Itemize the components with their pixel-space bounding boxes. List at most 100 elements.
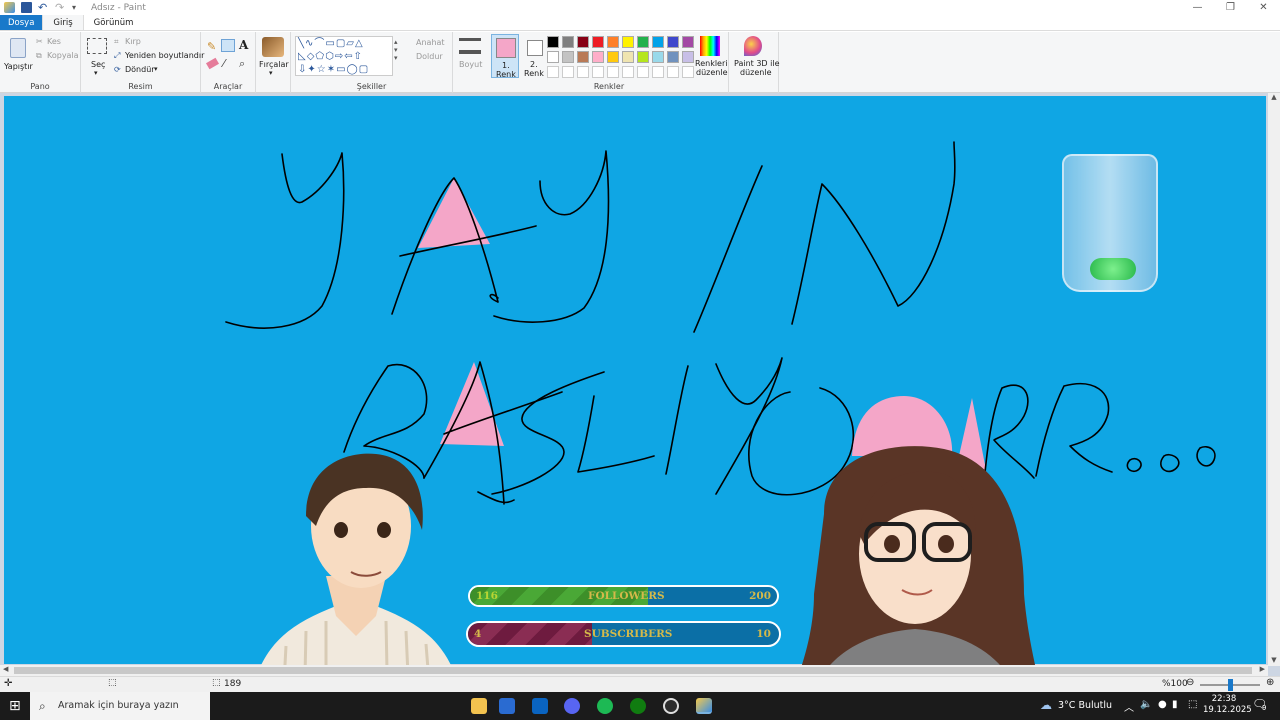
crop-button[interactable]: Kırp [125,37,141,46]
weather-text[interactable]: 3°C Bulutlu [1058,700,1112,711]
text-icon[interactable]: A [239,38,248,52]
pencil-icon[interactable]: ✎ [207,40,216,53]
color2-button[interactable]: 2. Renk [521,34,549,78]
palette-swatch[interactable] [592,36,604,48]
cursor-position-icon: ✛ [4,678,13,689]
paint-taskbar-icon[interactable] [696,698,712,714]
discord-icon[interactable] [564,698,580,714]
spotify-icon[interactable] [597,698,613,714]
outlook-icon[interactable] [532,698,548,714]
palette-swatch[interactable] [577,36,589,48]
horizontal-scroll-thumb[interactable] [14,667,1252,674]
palette-swatch[interactable] [682,51,694,63]
store-icon[interactable] [499,698,515,714]
rotate-button[interactable]: Döndür [125,65,155,74]
drawing-canvas[interactable] [4,96,1266,664]
save-icon[interactable] [21,2,32,13]
cut-button[interactable]: Kes [47,37,61,46]
palette-swatch[interactable] [637,51,649,63]
palette-empty-swatch[interactable] [622,66,634,78]
restore-icon[interactable]: ❐ [1214,0,1247,15]
shapes-gallery[interactable]: ╲∿⌒▭▢▱△ ◺◇⬠⬡⇨⇦⇧ ⇩✦☆✶▭◯▢ [295,36,393,76]
windows-start-icon[interactable]: ⊞ [9,698,21,714]
vertical-scrollbar[interactable]: ▲ ▼ [1268,93,1280,666]
outline-button[interactable]: Anahat [416,38,445,47]
palette-swatch[interactable] [622,51,634,63]
scroll-right-icon[interactable]: ▶ [1260,665,1265,673]
palette-empty-swatch[interactable] [637,66,649,78]
volume-icon[interactable]: 🔈 [1140,699,1152,710]
rotate-dropdown-icon[interactable]: ▾ [154,65,158,73]
copy-button[interactable]: Kopyala [47,51,79,60]
palette-swatch[interactable] [682,36,694,48]
network-icon[interactable]: ⬚ [1188,699,1197,710]
brush-icon[interactable] [262,37,284,57]
magnifier-icon[interactable]: ⌕ [239,57,245,71]
eraser-icon[interactable] [205,57,220,70]
scroll-up-icon[interactable]: ▲ [1268,93,1280,101]
close-icon[interactable]: ✕ [1247,0,1280,15]
zoom-in-icon[interactable]: ⊕ [1266,677,1274,688]
palette-swatch[interactable] [667,36,679,48]
undo-icon[interactable]: ↶ [38,2,49,13]
palette-empty-swatch[interactable] [592,66,604,78]
palette-swatch[interactable] [577,51,589,63]
select-button[interactable]: Seç [91,60,105,69]
line-size-icon[interactable] [459,38,481,54]
tab-file[interactable]: Dosya [0,15,43,30]
palette-swatch[interactable] [607,36,619,48]
size-button[interactable]: Boyut [459,60,482,69]
xbox-icon[interactable] [630,698,646,714]
palette-swatch[interactable] [562,51,574,63]
palette-swatch[interactable] [547,36,559,48]
paste-button[interactable]: Yapıştır [4,36,33,76]
palette-swatch[interactable] [652,36,664,48]
palette-swatch[interactable] [607,51,619,63]
tab-home[interactable]: Giriş [42,15,84,30]
palette-empty-swatch[interactable] [562,66,574,78]
palette-empty-swatch[interactable] [547,66,559,78]
palette-swatch[interactable] [562,36,574,48]
palette-empty-swatch[interactable] [652,66,664,78]
scroll-down-icon[interactable]: ▼ [1268,656,1280,664]
rotate-icon: ⟳ [114,65,121,74]
battery-icon[interactable]: ▮ [1172,699,1178,710]
mic-icon[interactable]: ● [1158,699,1167,710]
color1-button[interactable]: 1. Renk [491,34,519,79]
palette-swatch[interactable] [547,51,559,63]
brushes-button[interactable]: Fırçalar [259,60,289,69]
zoom-slider[interactable] [1200,679,1260,691]
palette-swatch[interactable] [637,36,649,48]
fill-icon[interactable] [221,39,235,52]
palette-empty-swatch[interactable] [607,66,619,78]
clock[interactable]: 22:38 19.12.2025 [1203,694,1252,716]
palette-empty-swatch[interactable] [667,66,679,78]
fill-shape-button[interactable]: Doldur [416,52,443,61]
stroke-letter-n [791,141,956,325]
file-explorer-icon[interactable] [471,698,487,714]
color1-label-line2: Renk [496,70,516,79]
paint3d-button[interactable]: Paint 3D ile düzenle [729,36,780,78]
palette-swatch[interactable] [622,36,634,48]
customize-qa-icon[interactable]: ▾ [72,2,83,13]
select-dropdown-icon[interactable]: ▾ [94,69,98,77]
palette-empty-swatch[interactable] [682,66,694,78]
scroll-left-icon[interactable]: ◀ [3,665,8,673]
zoom-thumb[interactable] [1228,679,1233,691]
palette-empty-swatch[interactable] [577,66,589,78]
palette-swatch[interactable] [592,51,604,63]
obs-icon[interactable] [663,698,679,714]
tray-chevron-icon[interactable]: ︿ [1124,699,1134,714]
shapes-scroll-icon[interactable]: ▴ ▾ ▾ [394,38,398,62]
brushes-dropdown-icon[interactable]: ▾ [269,69,273,77]
taskbar-search[interactable]: ⌕ Aramak için buraya yazın [30,692,210,720]
minimize-icon[interactable]: — [1181,0,1214,15]
edit-colors-button[interactable]: Renkleri düzenle [695,36,727,78]
zoom-out-icon[interactable]: ⊖ [1186,677,1194,688]
palette-swatch[interactable] [667,51,679,63]
palette-swatch[interactable] [652,51,664,63]
resize-button[interactable]: Yeniden boyutlandır [125,51,204,60]
redo-icon[interactable]: ↷ [55,2,66,13]
tab-view[interactable]: Görünüm [84,15,144,30]
color-picker-icon[interactable]: ⁄ [223,57,225,70]
